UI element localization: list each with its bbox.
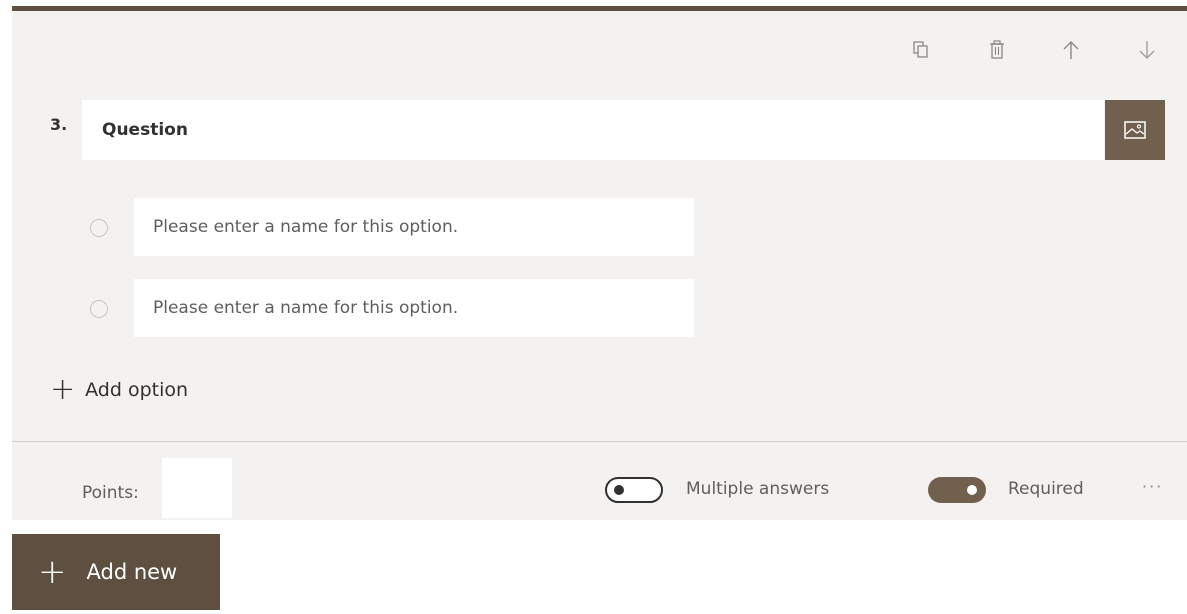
- plus-icon: +: [38, 552, 67, 592]
- required-toggle[interactable]: [928, 477, 986, 503]
- multiple-answers-label: Multiple answers: [686, 479, 830, 499]
- divider: [12, 441, 1187, 442]
- multiple-answers-toggle[interactable]: [605, 477, 663, 503]
- question-title-input[interactable]: Question: [82, 100, 1104, 160]
- option-placeholder-2: Please enter a name for this option.: [153, 298, 459, 318]
- image-icon: [1124, 121, 1146, 139]
- option-input-2[interactable]: Please enter a name for this option.: [134, 279, 694, 337]
- plus-icon: +: [50, 372, 76, 407]
- points-input[interactable]: [162, 458, 232, 518]
- add-new-label: Add new: [86, 560, 178, 584]
- question-title-text: Question: [102, 120, 188, 140]
- option-radio-1[interactable]: [90, 219, 108, 237]
- option-radio-2[interactable]: [90, 300, 108, 318]
- add-option-button[interactable]: + Add option: [50, 375, 188, 405]
- add-new-button[interactable]: + Add new: [12, 534, 220, 610]
- arrow-down-icon[interactable]: [1132, 35, 1162, 65]
- more-options-button[interactable]: ···: [1142, 477, 1163, 496]
- trash-icon[interactable]: [982, 35, 1012, 65]
- copy-icon[interactable]: [906, 35, 936, 65]
- add-option-label: Add option: [85, 379, 189, 401]
- required-label: Required: [1008, 479, 1084, 499]
- arrow-up-icon[interactable]: [1056, 35, 1086, 65]
- insert-image-button[interactable]: [1105, 100, 1165, 160]
- question-number: 3.: [50, 115, 68, 134]
- points-label: Points:: [82, 483, 139, 503]
- question-card: 3. Question Please enter a name for this…: [12, 6, 1187, 520]
- option-input-1[interactable]: Please enter a name for this option.: [134, 198, 694, 256]
- option-placeholder-1: Please enter a name for this option.: [153, 217, 459, 237]
